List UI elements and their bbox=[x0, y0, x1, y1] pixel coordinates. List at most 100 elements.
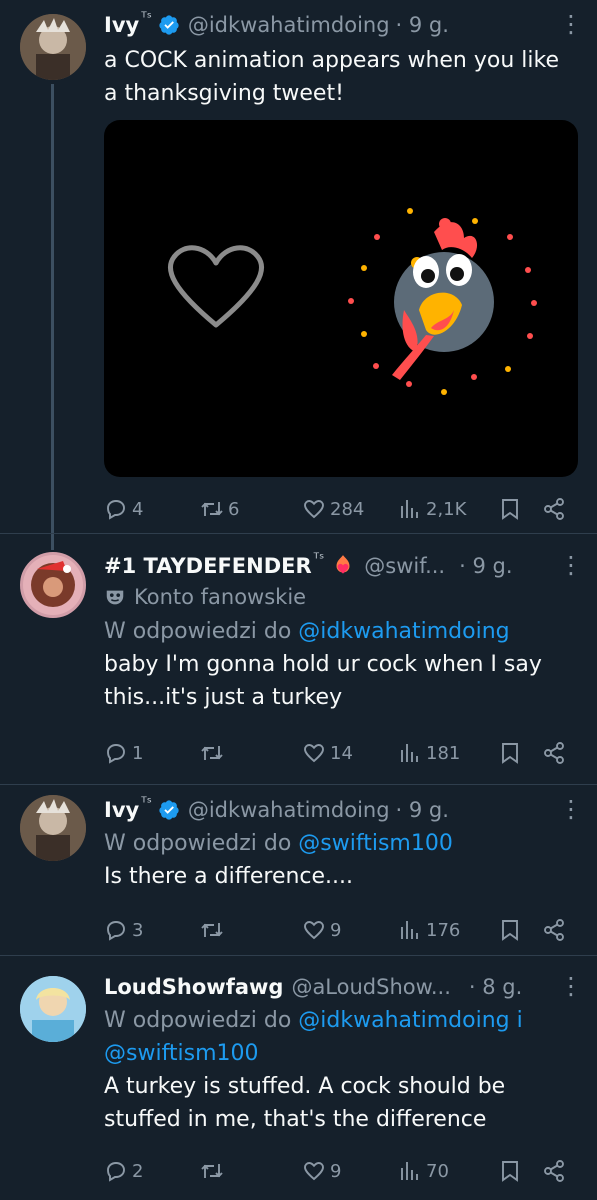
retweet-button[interactable] bbox=[200, 915, 228, 945]
views-button[interactable]: 176 bbox=[398, 915, 460, 945]
tweet-actions: 2 9 70 bbox=[104, 1156, 578, 1186]
retweet-count: 6 bbox=[228, 498, 240, 520]
turkey-icon bbox=[392, 218, 494, 380]
share-button[interactable] bbox=[542, 915, 566, 945]
heart-icon bbox=[304, 500, 324, 519]
bookmark-button[interactable] bbox=[498, 1156, 522, 1186]
more-dots-icon[interactable]: ⋮ bbox=[559, 551, 583, 579]
retweet-button[interactable] bbox=[200, 1156, 228, 1186]
avatar-image bbox=[20, 14, 86, 80]
media-animation[interactable] bbox=[104, 120, 578, 477]
retweet-icon bbox=[201, 1164, 223, 1178]
like-button[interactable]: 14 bbox=[302, 738, 353, 768]
reply-button[interactable]: 2 bbox=[104, 1156, 143, 1186]
bookmark-button[interactable] bbox=[498, 738, 522, 768]
verified-icon bbox=[159, 800, 179, 820]
more-dots-icon[interactable]: ⋮ bbox=[559, 795, 583, 823]
bookmark-icon bbox=[502, 743, 518, 764]
author-handle[interactable]: @idkwahatimdoing bbox=[188, 798, 390, 822]
tweet-text: Is there a difference.... bbox=[104, 864, 354, 889]
avatar[interactable] bbox=[20, 795, 86, 861]
verified-icon bbox=[159, 15, 179, 35]
reply-bubble-icon bbox=[107, 500, 125, 520]
reply-context: W odpowiedzi do @swiftism100 bbox=[104, 827, 581, 860]
reply-bubble-icon bbox=[107, 1162, 125, 1182]
retweet-icon bbox=[201, 923, 223, 937]
tweet-actions: 1 14 181 bbox=[104, 738, 578, 768]
author-badge: ᵀˢ bbox=[141, 10, 152, 26]
views-count: 181 bbox=[426, 742, 461, 764]
avatar[interactable] bbox=[20, 14, 86, 80]
views-bar-icon bbox=[401, 1162, 418, 1180]
author-name[interactable]: Ivy bbox=[104, 13, 139, 37]
tweet[interactable]: Ivy ᵀˢ @idkwahatimdoing · 9 g. ⋮ a COCK … bbox=[0, 0, 597, 540]
heart-icon bbox=[304, 744, 324, 763]
author-badge: ᵀˢ bbox=[141, 795, 152, 811]
views-button[interactable]: 70 bbox=[398, 1156, 449, 1186]
reply-button[interactable]: 4 bbox=[104, 494, 143, 524]
tweet[interactable]: LoudShowfawg @aLoudShow... · 8 g. ⋮ W od… bbox=[0, 956, 597, 1200]
more-dots-icon[interactable]: ⋮ bbox=[559, 972, 583, 1000]
reply-mention[interactable]: @swiftism100 bbox=[298, 831, 453, 856]
share-button[interactable] bbox=[542, 738, 566, 768]
avatar[interactable] bbox=[20, 976, 86, 1042]
more-dots-icon[interactable]: ⋮ bbox=[559, 10, 583, 38]
timestamp[interactable]: · 9 g. bbox=[396, 13, 449, 37]
reply-prefix: W odpowiedzi do bbox=[104, 1008, 299, 1033]
views-bar-icon bbox=[401, 744, 418, 762]
avatar-image bbox=[20, 795, 86, 861]
reply-count: 1 bbox=[132, 742, 144, 764]
author-handle[interactable]: @idkwahatimdoing bbox=[188, 13, 390, 37]
reply-mention[interactable]: @idkwahatimdoing i bbox=[298, 1008, 522, 1033]
timestamp[interactable]: · 8 g. bbox=[469, 975, 522, 999]
like-button[interactable]: 9 bbox=[302, 1156, 341, 1186]
tweet-actions: 3 9 176 bbox=[104, 915, 578, 945]
reply-button[interactable]: 1 bbox=[104, 738, 143, 768]
reply-button[interactable]: 3 bbox=[104, 915, 143, 945]
retweet-button[interactable] bbox=[200, 738, 228, 768]
views-button[interactable]: 181 bbox=[398, 738, 460, 768]
bookmark-button[interactable] bbox=[498, 494, 522, 524]
retweet-button[interactable]: 6 bbox=[200, 494, 239, 524]
reply-bubble-icon bbox=[107, 921, 125, 941]
reply-count: 3 bbox=[132, 919, 144, 941]
like-button[interactable]: 284 bbox=[302, 494, 364, 524]
author-handle[interactable]: @aLoudShow... bbox=[291, 975, 450, 999]
reply-count: 4 bbox=[132, 498, 144, 520]
author-name[interactable]: LoudShowfawg bbox=[104, 975, 283, 999]
reply-prefix: W odpowiedzi do bbox=[104, 619, 299, 644]
avatar-image bbox=[23, 555, 83, 615]
timestamp[interactable]: · 9 g. bbox=[459, 554, 512, 578]
author-name[interactable]: #1 TAYDEFENDER bbox=[104, 554, 312, 578]
tweet[interactable]: #1 TAYDEFENDER ᵀˢ @swif... · 9 g. ⋮ Kont… bbox=[0, 534, 597, 784]
share-icon bbox=[544, 1160, 564, 1182]
reply-mention[interactable]: @idkwahatimdoing bbox=[298, 619, 509, 644]
fan-account-text: Konto fanowskie bbox=[134, 585, 307, 609]
bookmark-button[interactable] bbox=[498, 915, 522, 945]
retweet-icon bbox=[201, 502, 223, 516]
reply-bubble-icon bbox=[107, 744, 125, 764]
timestamp[interactable]: · 9 g. bbox=[396, 798, 449, 822]
share-button[interactable] bbox=[542, 494, 566, 524]
reply-mention-2[interactable]: @swiftism100 bbox=[104, 1041, 259, 1066]
author-name[interactable]: Ivy bbox=[104, 798, 139, 822]
avatar[interactable] bbox=[20, 552, 86, 618]
bookmark-icon bbox=[502, 499, 518, 520]
heart-outline-icon bbox=[167, 245, 265, 328]
heart-icon bbox=[304, 1162, 324, 1181]
like-count: 9 bbox=[330, 1160, 342, 1182]
share-button[interactable] bbox=[542, 1156, 566, 1186]
share-icon bbox=[544, 919, 564, 941]
views-bar-icon bbox=[401, 921, 418, 939]
like-button[interactable]: 9 bbox=[302, 915, 341, 945]
views-button[interactable]: 2,1K bbox=[398, 494, 466, 524]
bookmark-icon bbox=[502, 920, 518, 941]
bookmark-icon bbox=[502, 1161, 518, 1182]
tweet[interactable]: Ivy ᵀˢ @idkwahatimdoing · 9 g. ⋮ W odpow… bbox=[0, 785, 597, 955]
author-handle[interactable]: @swif... bbox=[364, 554, 445, 578]
tweet-text: a COCK animation appears when you like a… bbox=[104, 48, 559, 106]
reply-prefix: W odpowiedzi do bbox=[104, 831, 299, 856]
views-bar-icon bbox=[401, 500, 418, 518]
reply-count: 2 bbox=[132, 1160, 144, 1182]
share-icon bbox=[544, 498, 564, 520]
